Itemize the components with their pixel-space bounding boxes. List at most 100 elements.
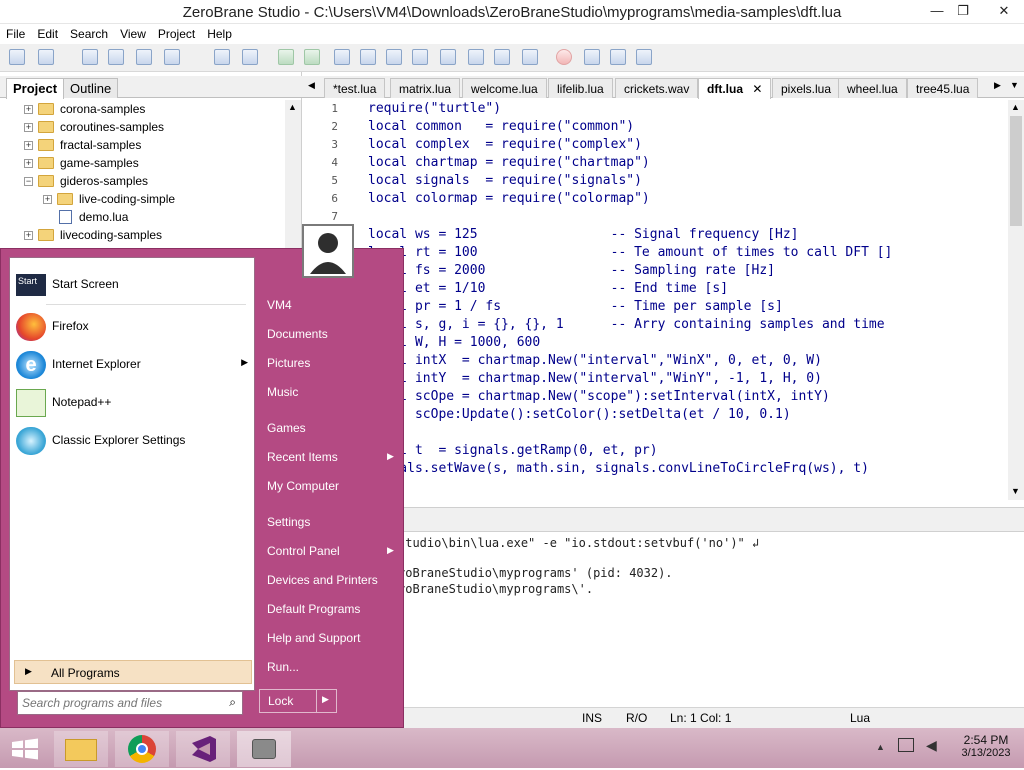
network-icon[interactable] xyxy=(898,738,914,752)
tab-project[interactable]: Project xyxy=(6,78,65,99)
bookmark-icon[interactable] xyxy=(584,49,600,65)
start-button[interactable] xyxy=(0,731,50,767)
indent-icon[interactable] xyxy=(494,49,510,65)
place-pictures[interactable]: Pictures xyxy=(267,356,310,370)
toggle-icon[interactable] xyxy=(440,49,456,65)
tree-item[interactable]: + coroutines-samples xyxy=(0,118,285,136)
place-games[interactable]: Games xyxy=(267,421,306,435)
all-programs-item[interactable]: ▶ All Programs xyxy=(14,660,252,684)
folder-icon[interactable] xyxy=(164,49,180,65)
file-explorer-icon[interactable] xyxy=(54,731,108,767)
menu-file[interactable]: File xyxy=(0,24,31,43)
tab-matrix-lua[interactable]: matrix.lua xyxy=(390,78,461,98)
tab-scroll-right-icon[interactable]: ▶ xyxy=(994,80,1001,91)
tree-item[interactable]: + corona-samples xyxy=(0,100,285,118)
expand-icon[interactable]: + xyxy=(24,105,33,114)
new-icon[interactable] xyxy=(9,49,25,65)
classic-explorer-settings-item[interactable]: Classic Explorer Settings xyxy=(14,424,252,458)
place-settings[interactable]: Settings xyxy=(267,515,310,529)
place-vm4[interactable]: VM4 xyxy=(267,298,292,312)
run-icon[interactable] xyxy=(278,49,294,65)
scroll-down-icon[interactable]: ▼ xyxy=(1011,486,1020,496)
lock-options-arrow-icon[interactable]: ▶ xyxy=(322,694,329,705)
save-all-icon[interactable] xyxy=(108,49,124,65)
clock[interactable]: 2:54 PM 3/13/2023 xyxy=(952,733,1020,759)
tree-item[interactable]: demo.lua xyxy=(0,208,285,226)
tree-item[interactable]: + live-coding-simple xyxy=(0,190,285,208)
show-hidden-icons-icon[interactable]: ▲ xyxy=(876,742,885,752)
start-search-input[interactable] xyxy=(22,695,218,711)
user-avatar[interactable] xyxy=(302,224,354,278)
comment-icon[interactable] xyxy=(468,49,484,65)
place-my-computer[interactable]: My Computer xyxy=(267,479,339,493)
menu-help[interactable]: Help xyxy=(201,24,238,43)
tab-close-icon[interactable]: ✕ xyxy=(752,82,762,96)
expand-icon[interactable]: + xyxy=(43,195,52,204)
tree-item[interactable]: − gideros-samples xyxy=(0,172,285,190)
tab-tree45-lua[interactable]: tree45.lua xyxy=(907,78,979,98)
pause-icon[interactable] xyxy=(412,49,428,65)
tab-outline[interactable]: Outline xyxy=(63,78,119,98)
firefox-item[interactable]: Firefox xyxy=(14,310,252,344)
start-search-box[interactable]: ⌕ xyxy=(17,691,243,715)
tab-scroll-left-icon[interactable]: ◀ xyxy=(308,80,315,91)
tab-wheel-lua[interactable]: wheel.lua xyxy=(838,78,907,98)
tab-crickets-wav[interactable]: crickets.wav xyxy=(615,78,699,98)
lock-button[interactable]: Lock ▶ xyxy=(259,689,337,713)
open-icon[interactable] xyxy=(38,49,54,65)
restore-button[interactable]: ❐ xyxy=(948,0,978,22)
menu-search[interactable]: Search xyxy=(64,24,114,43)
visual-studio-icon[interactable] xyxy=(176,731,230,767)
code-editor[interactable]: 1 require("turtle") 2 local common = requi… xyxy=(302,100,1008,500)
scroll-thumb[interactable] xyxy=(1010,116,1022,226)
tab-welcome-lua[interactable]: welcome.lua xyxy=(462,78,547,98)
save-icon[interactable] xyxy=(82,49,98,65)
project-icon[interactable] xyxy=(136,49,152,65)
collapse-icon[interactable]: − xyxy=(24,177,33,186)
tab-list-icon[interactable]: ▼ xyxy=(1010,80,1019,90)
editor-scrollbar[interactable]: ▲ ▼ xyxy=(1008,100,1024,500)
stop-icon[interactable] xyxy=(360,49,376,65)
close-button[interactable]: ✕ xyxy=(986,0,1022,22)
expand-icon[interactable]: + xyxy=(24,159,33,168)
watch-icon[interactable] xyxy=(610,49,626,65)
tab-pixels-lua[interactable]: pixels.lua xyxy=(772,78,841,98)
step-into-icon[interactable] xyxy=(334,49,350,65)
place-documents[interactable]: Documents xyxy=(267,327,328,341)
place-devices-and-printers[interactable]: Devices and Printers xyxy=(267,573,378,587)
notepad-plus-plus-item[interactable]: Notepad++ xyxy=(14,386,252,420)
run-now-icon[interactable] xyxy=(304,49,320,65)
place-music[interactable]: Music xyxy=(267,385,298,399)
place-recent-items[interactable]: Recent Items ▶ xyxy=(267,450,394,464)
tree-item[interactable]: + game-samples xyxy=(0,154,285,172)
stack-icon[interactable] xyxy=(636,49,652,65)
outdent-icon[interactable] xyxy=(522,49,538,65)
zerobrane-icon[interactable] xyxy=(237,731,291,767)
tree-item[interactable]: + livecoding-samples xyxy=(0,226,285,244)
tab-test-lua[interactable]: *test.lua xyxy=(324,78,386,98)
chrome-icon[interactable] xyxy=(115,731,169,767)
scroll-up-icon[interactable]: ▲ xyxy=(288,102,297,112)
menu-edit[interactable]: Edit xyxy=(31,24,64,43)
menu-view[interactable]: View xyxy=(114,24,152,43)
expand-icon[interactable]: + xyxy=(24,123,33,132)
start-screen-item[interactable]: Start Start Screen xyxy=(14,268,252,302)
internet-explorer-item[interactable]: e Internet Explorer ▶ xyxy=(14,348,252,382)
place-help-and-support[interactable]: Help and Support xyxy=(267,631,360,645)
place-default-programs[interactable]: Default Programs xyxy=(267,602,360,616)
tab-lifelib-lua[interactable]: lifelib.lua xyxy=(548,78,613,98)
replace-icon[interactable] xyxy=(242,49,258,65)
expand-icon[interactable]: + xyxy=(24,231,33,240)
scroll-up-icon[interactable]: ▲ xyxy=(1011,102,1020,112)
place-control-panel[interactable]: Control Panel ▶ xyxy=(267,544,394,558)
search-icon[interactable]: ⌕ xyxy=(229,695,236,710)
volume-icon[interactable]: ◀ xyxy=(926,737,942,753)
place-run[interactable]: Run... xyxy=(267,660,299,674)
find-icon[interactable] xyxy=(214,49,230,65)
tree-item[interactable]: + fractal-samples xyxy=(0,136,285,154)
tab-dft-lua[interactable]: dft.lua ✕ xyxy=(698,78,772,99)
menu-project[interactable]: Project xyxy=(152,24,201,43)
expand-icon[interactable]: + xyxy=(24,141,33,150)
step-over-icon[interactable] xyxy=(386,49,402,65)
tree-scrollbar[interactable]: ▲ xyxy=(285,100,301,250)
